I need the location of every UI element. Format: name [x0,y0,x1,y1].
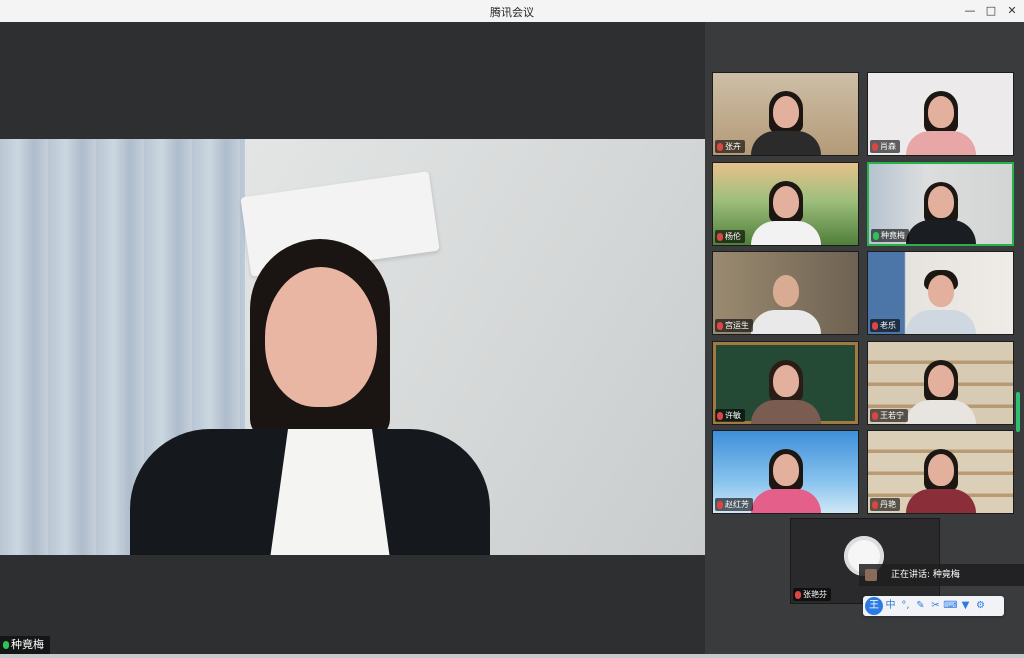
participant-tile[interactable]: 杨伦 [712,162,859,246]
maximize-icon[interactable]: □ [983,3,999,19]
mic-muted-icon [872,321,878,330]
pen-icon[interactable]: ✎ [913,597,928,615]
participant-name-tag: 许敏 [715,409,745,422]
mic-muted-icon [717,500,723,509]
self-name-tag: 张艳芬 [793,588,831,601]
participant-name-tag: 宫运生 [715,319,753,332]
participant-name-tag: 张卉 [715,140,745,153]
window-title: 腾讯会议 [490,6,534,19]
mic-muted-icon [872,411,878,420]
main-video-area[interactable] [0,22,705,654]
participant-name-tag: 丹艳 [870,498,900,511]
participant-tile[interactable]: 许敏 [712,341,859,425]
ime-logo-icon[interactable]: 王 [865,597,883,615]
participant-tile[interactable]: 张卉 [712,72,859,156]
mic-muted-icon [872,142,878,151]
gear-icon[interactable]: ⚙ [973,597,988,615]
speaker-person-image [130,239,490,555]
participant-name-tag: 肖森 [870,140,900,153]
speaker-video[interactable] [0,139,705,555]
main-speaker-name-tag: 种竟梅 [0,636,50,654]
mic-muted-icon [717,142,723,151]
participant-tile[interactable]: 肖森 [867,72,1014,156]
participant-tile[interactable]: 宫运生 [712,251,859,335]
participant-name-tag: 种竟梅 [871,229,909,242]
mic-muted-icon [795,590,801,599]
punctuation-icon[interactable]: °, [898,597,913,615]
ime-mode-toggle[interactable]: 中 [883,597,898,615]
keyboard-icon[interactable]: ⌨ [943,597,958,615]
speaking-indicator: 正在讲话: 种竟梅 [859,564,1024,586]
participant-name-tag: 杨伦 [715,230,745,243]
mic-on-icon [873,231,879,240]
minimize-icon[interactable]: — [962,3,978,19]
ime-toolbar[interactable]: 王 中 °, ✎ ✂ ⌨ ▼ ⚙ [863,596,1004,616]
shirt-icon[interactable]: ▼ [958,597,973,615]
speaker-avatar-icon [865,569,877,581]
participant-tile[interactable]: 赵红芳 [712,430,859,514]
participant-name-tag: 老乐 [870,319,900,332]
main-speaker-name: 种竟梅 [11,638,44,651]
participant-name-tag: 赵红芳 [715,498,753,511]
participant-tile[interactable]: 王若宁 [867,341,1014,425]
window-bottom-edge [0,654,1024,658]
participant-name-tag: 王若宁 [870,409,908,422]
mic-muted-icon [717,411,723,420]
gallery-scrollbar[interactable] [1016,392,1020,432]
mic-muted-icon [717,321,723,330]
scissors-icon[interactable]: ✂ [928,597,943,615]
mic-on-icon [3,641,9,649]
participant-tile[interactable]: 老乐 [867,251,1014,335]
mic-muted-icon [872,500,878,509]
self-video-tile[interactable]: 张艳芬 [790,518,940,604]
participant-tile[interactable]: 丹艳 [867,430,1014,514]
participant-tile-active[interactable]: 种竟梅 [867,162,1014,246]
close-icon[interactable]: ✕ [1004,3,1020,19]
title-bar: 腾讯会议 — □ ✕ [0,0,1024,23]
mic-muted-icon [717,232,723,241]
